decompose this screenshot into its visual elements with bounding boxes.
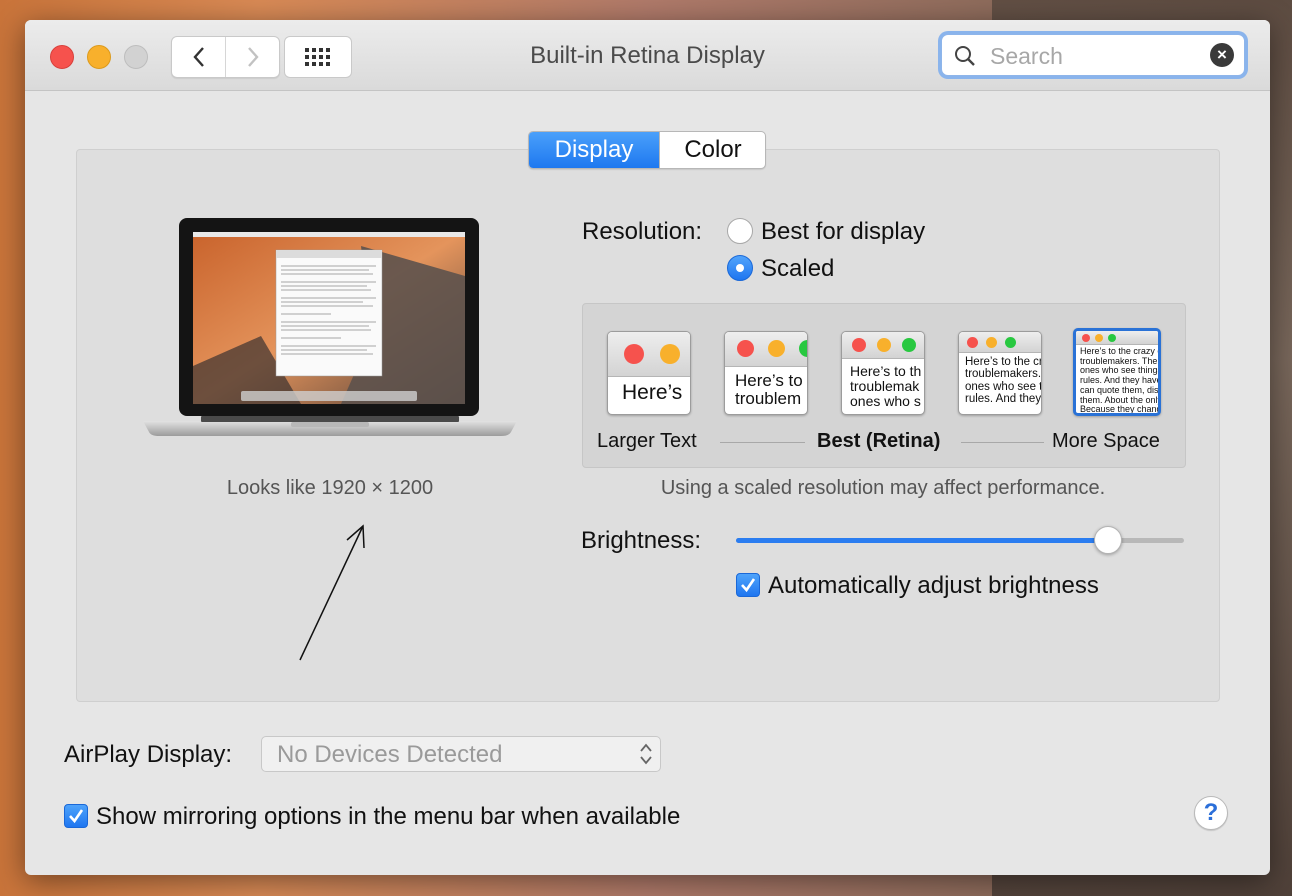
tab-selector: Display Color xyxy=(528,131,766,169)
scale-option-best-retina[interactable]: Here’s to th troublemak ones who s xyxy=(841,331,925,415)
search-icon xyxy=(955,46,975,66)
zoom-dot-icon xyxy=(1108,334,1116,342)
scale-option-sample-text: Here’s to the cr troublemakers. ones who… xyxy=(965,356,1042,406)
close-dot-icon xyxy=(967,337,978,348)
airplay-display-label: AirPlay Display: xyxy=(64,741,233,768)
close-dot-icon xyxy=(1082,334,1090,342)
tab-display[interactable]: Display xyxy=(529,132,659,168)
minimize-dot-icon xyxy=(986,337,997,348)
annotation-arrow xyxy=(299,524,365,661)
brightness-slider-knob[interactable] xyxy=(1093,526,1122,554)
minimize-dot-icon xyxy=(660,344,680,364)
best-for-display-radio[interactable] xyxy=(727,218,753,244)
show-mirroring-checkbox[interactable] xyxy=(64,804,88,828)
scale-option-2[interactable]: Here’s to troublem xyxy=(724,331,808,415)
best-retina-label: Best (Retina) xyxy=(817,430,941,452)
zoom-dot-icon xyxy=(902,338,916,352)
show-mirroring-label[interactable]: Show mirroring options in the menu bar w… xyxy=(96,803,680,831)
auto-brightness-label[interactable]: Automatically adjust brightness xyxy=(768,572,1099,600)
resolution-preview-label: Looks like 1920 × 1200 xyxy=(226,477,434,499)
scaled-resolution-picker: Here’s Here’s to troublem Here’s to th t… xyxy=(582,303,1186,468)
search-field[interactable]: × xyxy=(941,34,1245,76)
minimize-dot-icon xyxy=(1095,334,1103,342)
minimize-dot-icon xyxy=(768,340,785,357)
auto-brightness-checkbox[interactable] xyxy=(736,573,760,597)
checkmark-icon xyxy=(69,809,84,824)
zoom-dot-icon xyxy=(1005,337,1016,348)
select-arrows-icon xyxy=(640,743,652,765)
scale-option-sample-text: Here’s to th troublemak ones who s xyxy=(850,363,922,410)
scale-option-larger-text[interactable]: Here’s xyxy=(607,331,691,415)
system-preferences-window: Built-in Retina Display × Display Color xyxy=(25,20,1270,875)
clear-search-icon[interactable]: × xyxy=(1210,43,1234,67)
tab-color[interactable]: Color xyxy=(659,132,765,168)
more-space-label: More Space xyxy=(1052,430,1160,452)
scale-divider xyxy=(720,442,805,443)
scale-option-sample-text: Here’s to troublem xyxy=(735,371,803,409)
resolution-label: Resolution: xyxy=(582,218,703,245)
close-dot-icon xyxy=(852,338,866,352)
airplay-display-value: No Devices Detected xyxy=(277,741,503,768)
airplay-display-select[interactable]: No Devices Detected xyxy=(261,736,661,772)
search-input[interactable] xyxy=(988,41,1202,71)
minimize-dot-icon xyxy=(877,338,891,352)
checkmark-icon xyxy=(741,578,756,593)
scaled-radio[interactable] xyxy=(727,255,753,281)
scale-option-sample-text: Here’s xyxy=(622,381,683,404)
scaled-label[interactable]: Scaled xyxy=(761,255,834,283)
close-dot-icon xyxy=(624,344,644,364)
brightness-slider-fill xyxy=(736,538,1108,543)
close-dot-icon xyxy=(737,340,754,357)
brightness-label: Brightness: xyxy=(581,527,702,554)
larger-text-label: Larger Text xyxy=(597,430,697,452)
scale-option-sample-text: Here’s to the crazy ones troublemakers. … xyxy=(1080,346,1161,415)
best-for-display-label[interactable]: Best for display xyxy=(761,218,925,246)
performance-note: Using a scaled resolution may affect per… xyxy=(660,477,1106,499)
help-button[interactable]: ? xyxy=(1194,796,1228,830)
scale-option-4[interactable]: Here’s to the cr troublemakers. ones who… xyxy=(958,331,1042,415)
scale-divider xyxy=(961,442,1044,443)
scale-option-more-space[interactable]: Here’s to the crazy ones troublemakers. … xyxy=(1073,328,1161,416)
laptop-preview-image xyxy=(143,218,517,436)
title-bar: Built-in Retina Display × xyxy=(25,20,1270,91)
